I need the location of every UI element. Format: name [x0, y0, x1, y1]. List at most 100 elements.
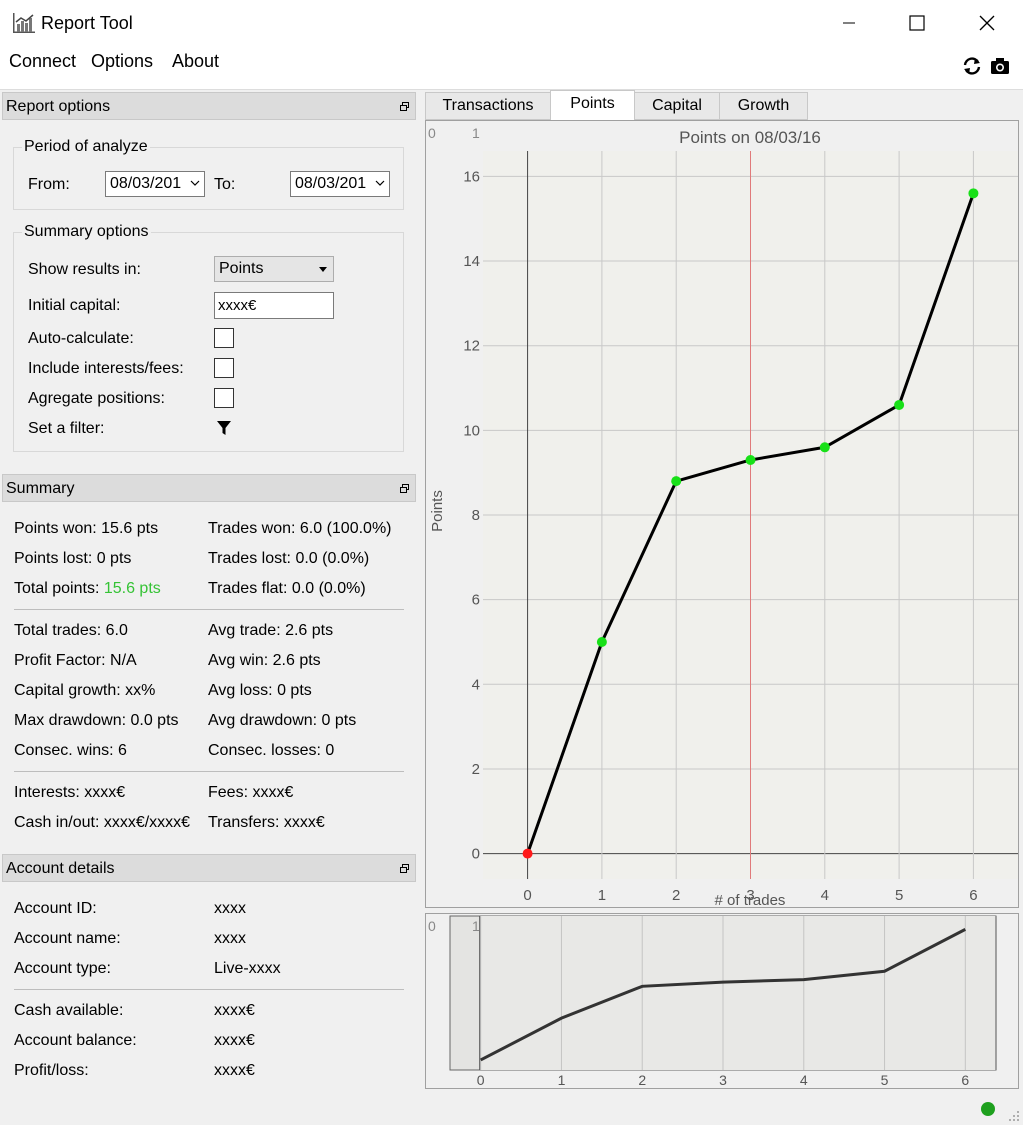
total-points-label: Total points: [14, 580, 100, 597]
account-balance-label: Account balance: [14, 1032, 137, 1049]
initial-capital-input[interactable]: xxxx€ [214, 292, 334, 319]
report-options-title: Report options [6, 98, 111, 115]
y-tick-label: 2 [472, 761, 480, 778]
divider [14, 609, 404, 610]
from-date-value: 08/03/201 [110, 175, 182, 192]
account-id-label: Account ID: [14, 900, 97, 917]
profit-loss-value: xxxx€ [214, 1062, 255, 1079]
overview-corner-label: 1 [472, 918, 480, 934]
data-point-marker [522, 848, 533, 859]
consec-wins: Consec. wins: 6 [14, 742, 127, 759]
overview-x-tick-label: 3 [719, 1072, 727, 1088]
y-tick-label: 14 [463, 253, 480, 270]
resize-grip-icon[interactable] [1008, 1110, 1020, 1122]
corner-label: 1 [472, 125, 480, 141]
chevron-down-icon [190, 180, 200, 186]
auto-calculate-label: Auto-calculate: [28, 330, 134, 347]
show-results-select[interactable]: Points [214, 256, 334, 282]
avg-trade: Avg trade: 2.6 pts [208, 622, 334, 639]
dropdown-arrow-icon [319, 267, 327, 272]
tab-points[interactable]: Points [550, 90, 635, 121]
fees: Fees: xxxx€ [208, 784, 294, 801]
app-chart-icon [13, 13, 35, 33]
y-tick-label: 8 [472, 507, 480, 524]
trades-lost: Trades lost: 0.0 (0.0%) [208, 550, 370, 567]
summary-options-title: Summary options [22, 223, 151, 241]
connection-status-indicator [981, 1102, 995, 1116]
y-tick-label: 6 [472, 592, 480, 609]
minimize-icon [843, 22, 855, 24]
capital-growth: Capital growth: xx% [14, 682, 156, 699]
y-tick-label: 10 [463, 422, 480, 439]
account-name-value: xxxx [214, 930, 246, 947]
overview-corner-label: 0 [428, 918, 436, 934]
summary-title: Summary [6, 480, 75, 497]
title-bar: Report Tool [0, 0, 1023, 46]
menu-divider [0, 89, 1023, 90]
tab-growth[interactable]: Growth [719, 92, 808, 120]
overview-chart[interactable]: 0 1 2 3 4 5 6 0 1 [426, 914, 1018, 1088]
avg-loss: Avg loss: 0 pts [208, 682, 312, 699]
x-tick-label: 2 [672, 887, 680, 904]
aggregate-label: Agregate positions: [28, 390, 165, 407]
data-point-marker [968, 188, 979, 199]
summary-header: Summary [2, 474, 416, 502]
transfers: Transfers: xxxx€ [208, 814, 325, 831]
y-tick-label: 16 [463, 168, 480, 185]
menu-options[interactable]: Options [91, 51, 153, 72]
x-tick-label: 4 [821, 887, 829, 904]
menu-connect[interactable]: Connect [9, 51, 76, 72]
from-label: From: [28, 176, 70, 193]
minimize-button[interactable] [814, 0, 884, 46]
chevron-down-icon [375, 180, 385, 186]
tab-capital[interactable]: Capital [634, 92, 720, 120]
y-tick-label: 12 [463, 338, 480, 355]
tab-transactions[interactable]: Transactions [425, 92, 551, 120]
cash-available-label: Cash available: [14, 1002, 124, 1019]
total-trades: Total trades: 6.0 [14, 622, 128, 639]
aggregate-checkbox[interactable] [214, 388, 234, 408]
refresh-icon[interactable] [961, 55, 983, 77]
profit-loss-label: Profit/loss: [14, 1062, 89, 1079]
cash-available-value: xxxx€ [214, 1002, 255, 1019]
overview-x-tick-label: 4 [800, 1072, 808, 1088]
maximize-button[interactable] [882, 0, 952, 46]
points-chart[interactable]: 02468101214160 1 2 3 4 5 60 1 Points on 08/03/16… [426, 121, 1018, 907]
consec-losses: Consec. losses: 0 [208, 742, 335, 759]
avg-drawdown: Avg drawdown: 0 pts [208, 712, 357, 729]
account-details-title: Account details [6, 860, 115, 877]
camera-icon[interactable] [989, 55, 1011, 77]
auto-calculate-checkbox[interactable] [214, 328, 234, 348]
account-balance-value: xxxx€ [214, 1032, 255, 1049]
show-results-value: Points [219, 260, 264, 277]
to-date-value: 08/03/201 [295, 175, 367, 192]
account-details-header: Account details [2, 854, 416, 882]
account-name-label: Account name: [14, 930, 121, 947]
y-axis-label: Points [429, 490, 446, 532]
points-lost: Points lost: 0 pts [14, 550, 132, 567]
close-icon [979, 15, 995, 31]
divider [14, 989, 404, 990]
overview-x-tick-label: 2 [638, 1072, 646, 1088]
float-panel-icon[interactable] [400, 484, 409, 493]
float-panel-icon[interactable] [400, 102, 409, 111]
close-button[interactable] [952, 0, 1022, 46]
to-date-picker[interactable]: 08/03/201 [290, 171, 390, 197]
include-interests-checkbox[interactable] [214, 358, 234, 378]
divider [14, 771, 404, 772]
data-point-marker [745, 454, 756, 465]
to-label: To: [214, 176, 236, 193]
cash-inout: Cash in/out: xxxx€/xxxx€ [14, 814, 191, 831]
data-point-marker [894, 399, 905, 410]
overview-x-tick-label: 6 [961, 1072, 969, 1088]
data-point-marker [671, 476, 682, 487]
overview-x-tick-label: 1 [558, 1072, 566, 1088]
x-tick-label: 1 [598, 887, 606, 904]
maximize-icon [909, 15, 925, 31]
overview-x-tick-label: 5 [881, 1072, 889, 1088]
from-date-picker[interactable]: 08/03/201 [105, 171, 205, 197]
x-tick-label: 0 [523, 887, 531, 904]
menu-about[interactable]: About [172, 51, 219, 72]
float-panel-icon[interactable] [400, 864, 409, 873]
filter-icon[interactable] [216, 420, 232, 436]
